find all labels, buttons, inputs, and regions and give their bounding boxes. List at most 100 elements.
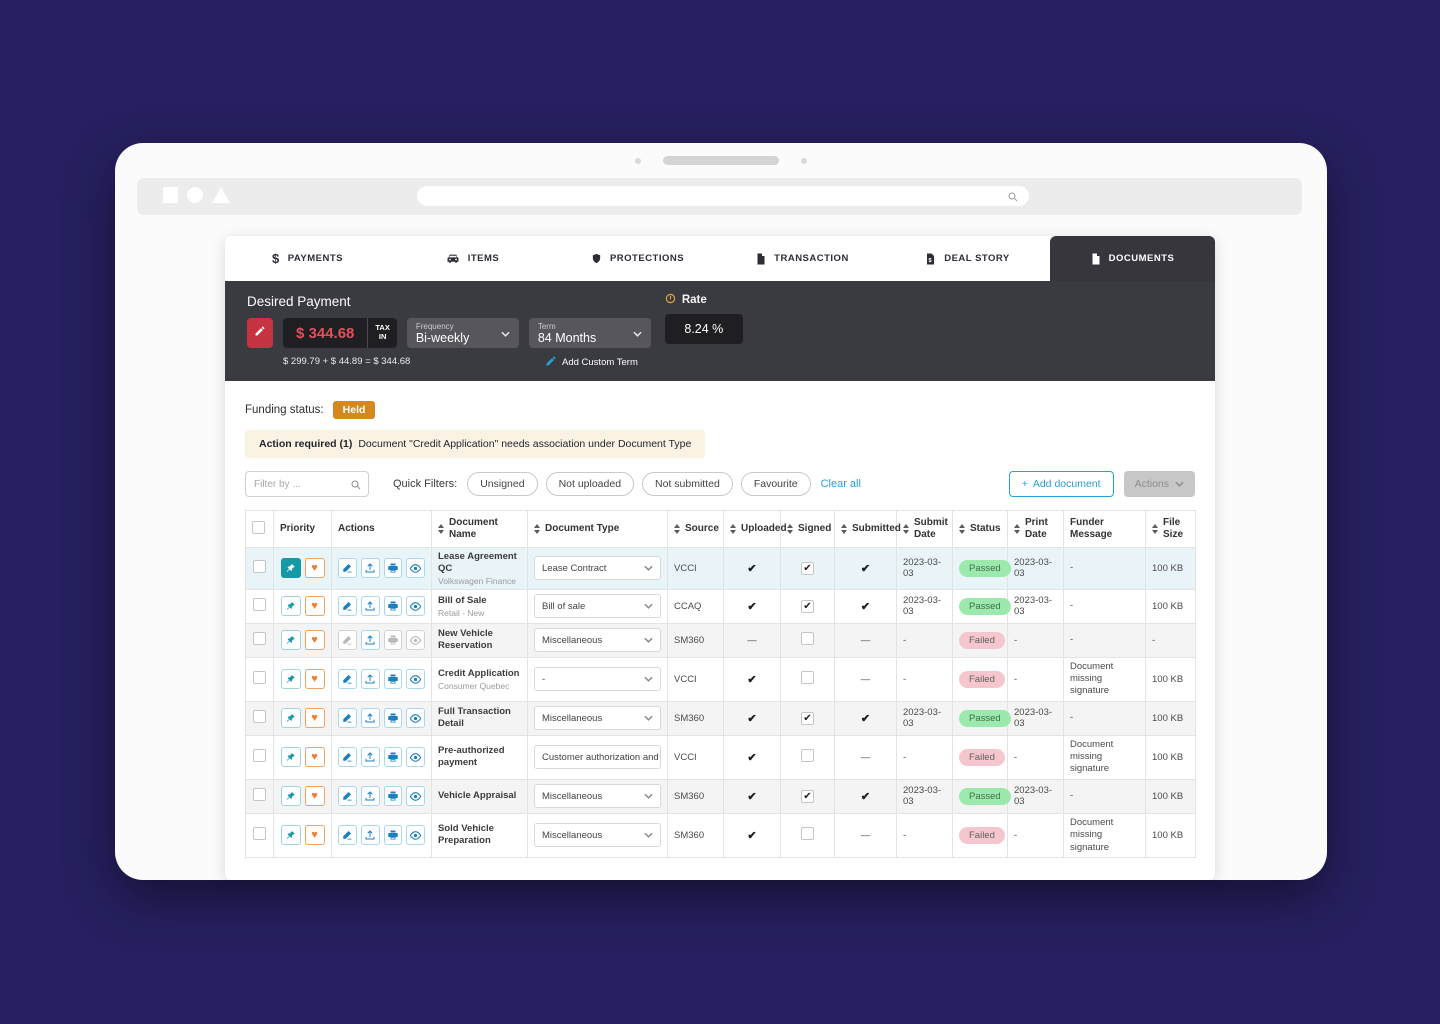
signed-checkbox[interactable]: ✔ [801,790,814,803]
favourite-button[interactable]: ♥ [305,558,325,578]
signed-checkbox[interactable] [801,827,814,840]
signed-checkbox[interactable] [801,749,814,762]
add-document-button[interactable]: + Add document [1009,471,1114,497]
favourite-button[interactable]: ♥ [305,747,325,767]
doc-type-select[interactable]: Bill of sale [534,594,661,618]
upload-button[interactable] [361,747,380,767]
upload-button[interactable] [361,825,380,845]
row-checkbox[interactable] [253,598,266,611]
pin-button[interactable] [281,596,301,616]
doc-type-select[interactable]: Customer authorization and [534,745,661,769]
upload-button[interactable] [361,596,380,616]
doc-type-select[interactable]: Miscellaneous [534,628,661,652]
print-button[interactable] [384,596,403,616]
sort-icon[interactable] [730,524,736,534]
quick-filter-favourite[interactable]: Favourite [741,472,811,496]
frequency-select[interactable]: Frequency Bi-weekly [407,318,519,348]
signature-button[interactable] [338,558,357,578]
upload-button[interactable] [361,630,380,650]
pin-button[interactable] [281,630,301,650]
sort-icon[interactable] [903,524,909,534]
view-button[interactable] [406,786,425,806]
sort-icon[interactable] [841,524,847,534]
signature-button[interactable] [338,747,357,767]
browser-search-bar[interactable] [417,186,1029,206]
view-button[interactable] [406,825,425,845]
quick-filter-unsigned[interactable]: Unsigned [467,472,537,496]
term-select[interactable]: Term 84 Months [529,318,651,348]
upload-button[interactable] [361,708,380,728]
tab-transaction[interactable]: TRANSACTION [720,236,885,281]
upload-button[interactable] [361,786,380,806]
row-checkbox[interactable] [253,560,266,573]
doc-type-select[interactable]: Lease Contract [534,556,661,580]
favourite-button[interactable]: ♥ [305,708,325,728]
row-checkbox[interactable] [253,788,266,801]
print-button[interactable] [384,708,403,728]
tab-items[interactable]: ITEMS [390,236,555,281]
favourite-button[interactable]: ♥ [305,786,325,806]
column-header-signed[interactable]: Signed [781,511,835,548]
row-checkbox[interactable] [253,827,266,840]
view-button[interactable] [406,558,425,578]
doc-type-select[interactable]: Miscellaneous [534,706,661,730]
column-header-uploaded[interactable]: Uploaded [724,511,781,548]
doc-type-select[interactable]: - [534,667,661,691]
signed-checkbox[interactable]: ✔ [801,562,814,575]
pin-button[interactable] [281,786,301,806]
sort-icon[interactable] [787,524,793,534]
pin-button[interactable] [281,708,301,728]
column-header-source[interactable]: Source [668,511,724,548]
signature-button[interactable] [338,708,357,728]
sort-icon[interactable] [674,524,680,534]
pin-button[interactable] [281,825,301,845]
column-header-document-type[interactable]: Document Type [528,511,668,548]
signature-button[interactable] [338,786,357,806]
favourite-button[interactable]: ♥ [305,669,325,689]
sort-icon[interactable] [959,524,965,534]
print-button[interactable] [384,825,403,845]
pin-button[interactable] [281,669,301,689]
column-header-status[interactable]: Status [953,511,1008,548]
column-header-print-date[interactable]: Print Date [1008,511,1064,548]
print-button[interactable] [384,747,403,767]
signature-button[interactable] [338,825,357,845]
tab-protections[interactable]: PROTECTIONS [555,236,720,281]
signature-button[interactable] [338,596,357,616]
tab-deal-story[interactable]: $DEAL STORY [885,236,1050,281]
signed-checkbox[interactable] [801,632,814,645]
column-header-submitted[interactable]: Submitted [835,511,897,548]
upload-button[interactable] [361,669,380,689]
doc-type-select[interactable]: Miscellaneous [534,823,661,847]
actions-dropdown-button[interactable]: Actions [1124,471,1195,497]
signed-checkbox[interactable] [801,671,814,684]
tab-payments[interactable]: $PAYMENTS [225,236,390,281]
sort-icon[interactable] [1014,524,1020,534]
view-button[interactable] [406,596,425,616]
column-header-submit-date[interactable]: Submit Date [897,511,953,548]
sort-icon[interactable] [438,524,444,534]
upload-button[interactable] [361,558,380,578]
pin-button[interactable] [281,558,301,578]
column-header-document-name[interactable]: Document Name [432,511,528,548]
row-checkbox[interactable] [253,710,266,723]
view-button[interactable] [406,747,425,767]
edit-payment-button[interactable] [247,318,273,348]
row-checkbox[interactable] [253,632,266,645]
tab-documents[interactable]: DOCUMENTS [1050,236,1215,281]
favourite-button[interactable]: ♥ [305,630,325,650]
quick-filter-not-submitted[interactable]: Not submitted [642,472,733,496]
sort-icon[interactable] [1152,524,1158,534]
favourite-button[interactable]: ♥ [305,825,325,845]
pin-button[interactable] [281,747,301,767]
sort-icon[interactable] [534,524,540,534]
view-button[interactable] [406,708,425,728]
add-custom-term-link[interactable]: Add Custom Term [545,355,638,370]
quick-filter-not-uploaded[interactable]: Not uploaded [546,472,634,496]
print-button[interactable] [384,669,403,689]
select-all-checkbox[interactable] [252,521,265,534]
row-checkbox[interactable] [253,749,266,762]
print-button[interactable] [384,786,403,806]
clear-all-link[interactable]: Clear all [821,478,861,490]
view-button[interactable] [406,669,425,689]
